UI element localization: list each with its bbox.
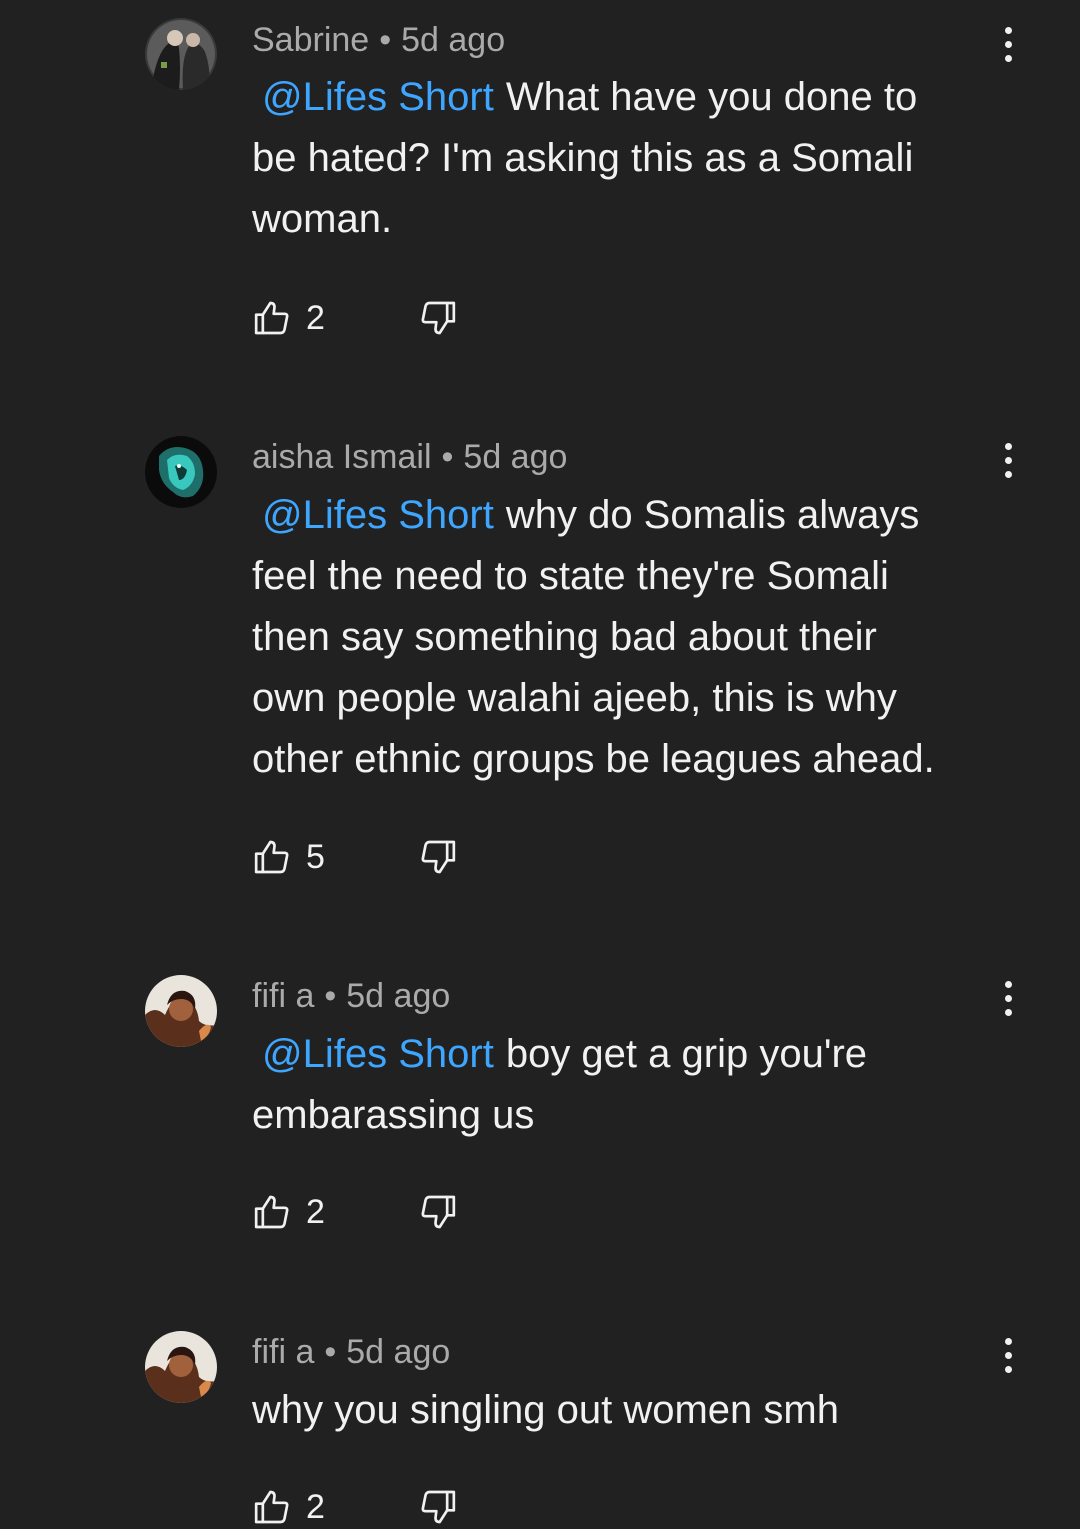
comment-line: @Lifes Short boy get a grip you're bbox=[252, 1024, 1012, 1085]
comment-time: 5d ago bbox=[463, 438, 568, 476]
separator-dot: • bbox=[441, 438, 454, 476]
comment-line: feel the need to state they're Somali bbox=[252, 554, 889, 598]
separator-dot: • bbox=[379, 21, 392, 59]
comment-text: @Lifes Short What have you done to be hat… bbox=[252, 67, 1012, 250]
comment-meta: aisha Ismail • 5d ago bbox=[252, 437, 567, 477]
comment-meta: fifi a • 5d ago bbox=[252, 976, 450, 1016]
like-button[interactable]: 2 bbox=[252, 298, 336, 338]
like-button[interactable]: 2 bbox=[252, 1192, 336, 1232]
author-name[interactable]: Sabrine bbox=[252, 21, 369, 59]
more-options-icon[interactable] bbox=[990, 974, 1026, 1022]
dislike-button[interactable] bbox=[418, 298, 458, 338]
comment-text: why you singling out women smh bbox=[252, 1380, 1012, 1441]
mention-link[interactable]: @Lifes Short bbox=[252, 493, 506, 537]
author-name[interactable]: fifi a bbox=[252, 1333, 314, 1371]
like-button[interactable]: 5 bbox=[252, 837, 336, 877]
mention-link[interactable]: @Lifes Short bbox=[252, 75, 506, 119]
separator-dot: • bbox=[324, 977, 337, 1015]
comment-line: @Lifes Short What have you done to bbox=[252, 67, 1012, 128]
comment-meta: fifi a • 5d ago bbox=[252, 1332, 450, 1372]
more-options-icon[interactable] bbox=[990, 436, 1026, 484]
comment-time: 5d ago bbox=[346, 1333, 451, 1371]
more-options-icon[interactable] bbox=[990, 1331, 1026, 1379]
comment-time: 5d ago bbox=[401, 21, 506, 59]
author-name[interactable]: fifi a bbox=[252, 977, 314, 1015]
like-count: 2 bbox=[306, 1192, 325, 1231]
thumbs-up-icon bbox=[254, 301, 289, 335]
thumbs-up-icon bbox=[254, 1195, 289, 1229]
comment-text: @Lifes Short boy get a grip you're embara… bbox=[252, 1024, 1012, 1146]
comment-line: then say something bad about their bbox=[252, 615, 877, 659]
thumbs-down-icon bbox=[421, 1490, 456, 1524]
comment-actions: 2 bbox=[252, 296, 458, 340]
comment-actions: 2 bbox=[252, 1485, 458, 1529]
dislike-button[interactable] bbox=[418, 1487, 458, 1527]
comment-actions: 2 bbox=[252, 1190, 458, 1234]
comment-line: @Lifes Short why do Somalis always bbox=[252, 485, 1012, 546]
comment-meta: Sabrine • 5d ago bbox=[252, 20, 505, 60]
dislike-button[interactable] bbox=[418, 1192, 458, 1232]
separator-dot: • bbox=[324, 1333, 337, 1371]
like-button[interactable]: 2 bbox=[252, 1487, 336, 1527]
comment-actions: 5 bbox=[252, 835, 458, 879]
avatar[interactable] bbox=[145, 1331, 217, 1403]
comment-line: woman. bbox=[252, 197, 393, 241]
avatar[interactable] bbox=[145, 975, 217, 1047]
mention-link[interactable]: @Lifes Short bbox=[252, 1032, 506, 1076]
like-count: 2 bbox=[306, 298, 325, 337]
thumbs-up-icon bbox=[254, 1490, 289, 1524]
dislike-button[interactable] bbox=[418, 837, 458, 877]
comment-line: embarassing us bbox=[252, 1093, 535, 1137]
thumbs-down-icon bbox=[421, 840, 456, 874]
avatar[interactable] bbox=[145, 18, 217, 90]
like-count: 2 bbox=[306, 1487, 325, 1526]
comment-text: @Lifes Short why do Somalis always feel t… bbox=[252, 485, 1012, 790]
like-count: 5 bbox=[306, 837, 325, 876]
comment-line: other ethnic groups be leagues ahead. bbox=[252, 737, 935, 781]
avatar[interactable] bbox=[145, 436, 217, 508]
comment-line: why you singling out women smh bbox=[252, 1388, 839, 1432]
comment-time: 5d ago bbox=[346, 977, 451, 1015]
thumbs-up-icon bbox=[254, 840, 289, 874]
comment-line: own people walahi ajeeb, this is why bbox=[252, 676, 897, 720]
thumbs-down-icon bbox=[421, 301, 456, 335]
author-name[interactable]: aisha Ismail bbox=[252, 438, 432, 476]
more-options-icon[interactable] bbox=[990, 20, 1026, 68]
thumbs-down-icon bbox=[421, 1195, 456, 1229]
comment-line: be hated? I'm asking this as a Somali bbox=[252, 136, 914, 180]
